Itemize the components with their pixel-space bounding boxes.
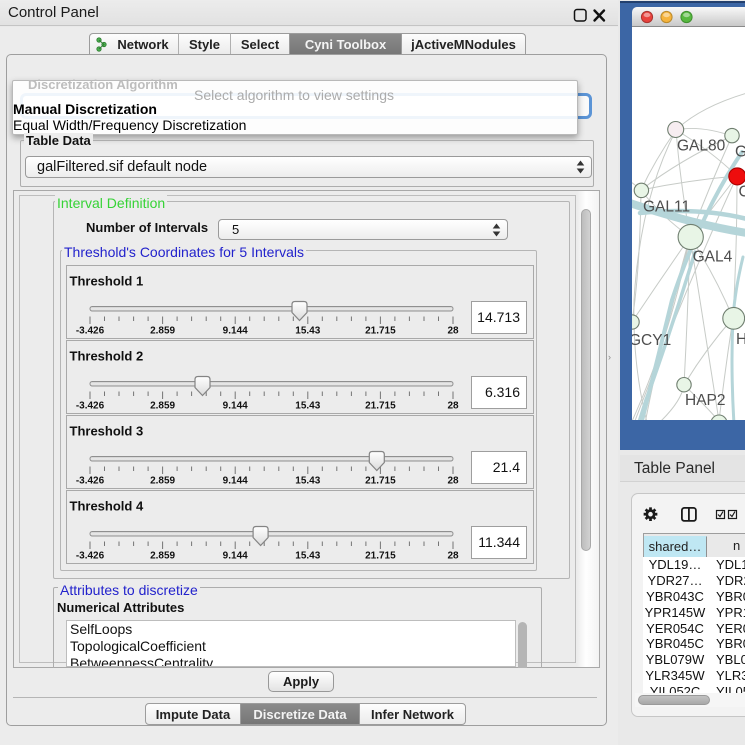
svg-text:-3.426: -3.426 — [76, 550, 105, 561]
svg-text:15.43: 15.43 — [295, 550, 320, 561]
svg-text:21.715: 21.715 — [365, 326, 396, 337]
svg-text:GAL80: GAL80 — [677, 138, 726, 155]
svg-text:C: C — [739, 184, 745, 201]
svg-text:2.859: 2.859 — [150, 401, 175, 412]
svg-text:28: 28 — [447, 326, 459, 337]
svg-text:28: 28 — [447, 401, 459, 412]
svg-text:21.715: 21.715 — [365, 550, 396, 561]
svg-text:21.715: 21.715 — [365, 475, 396, 486]
svg-text:GAL11: GAL11 — [643, 198, 690, 215]
svg-text:28: 28 — [447, 475, 459, 486]
svg-text:15.43: 15.43 — [295, 401, 320, 412]
svg-text:GCY1: GCY1 — [632, 332, 671, 349]
svg-text:GA: GA — [735, 144, 745, 161]
svg-text:2.859: 2.859 — [150, 550, 175, 561]
svg-text:21.715: 21.715 — [365, 401, 396, 412]
svg-text:15.43: 15.43 — [295, 475, 320, 486]
svg-text:9.144: 9.144 — [223, 550, 248, 561]
svg-text:-3.426: -3.426 — [76, 326, 105, 337]
svg-text:HAP2: HAP2 — [685, 392, 726, 409]
svg-text:Threshold 2: Threshold 2 — [70, 349, 144, 364]
svg-text:-3.426: -3.426 — [76, 475, 105, 486]
svg-text:9.144: 9.144 — [223, 326, 248, 337]
svg-text:GAL4: GAL4 — [693, 249, 733, 266]
svg-text:2.859: 2.859 — [150, 475, 175, 486]
svg-text:28: 28 — [447, 550, 459, 561]
svg-text:-3.426: -3.426 — [76, 401, 105, 412]
svg-text:15.43: 15.43 — [295, 326, 320, 337]
svg-text:2.859: 2.859 — [150, 326, 175, 337]
svg-text:9.144: 9.144 — [223, 401, 248, 412]
svg-text:Threshold 4: Threshold 4 — [70, 498, 144, 513]
svg-text:Threshold 1: Threshold 1 — [70, 274, 144, 289]
svg-text:9.144: 9.144 — [223, 475, 248, 486]
svg-text:Threshold 3: Threshold 3 — [70, 423, 144, 438]
svg-text:H: H — [736, 331, 745, 348]
